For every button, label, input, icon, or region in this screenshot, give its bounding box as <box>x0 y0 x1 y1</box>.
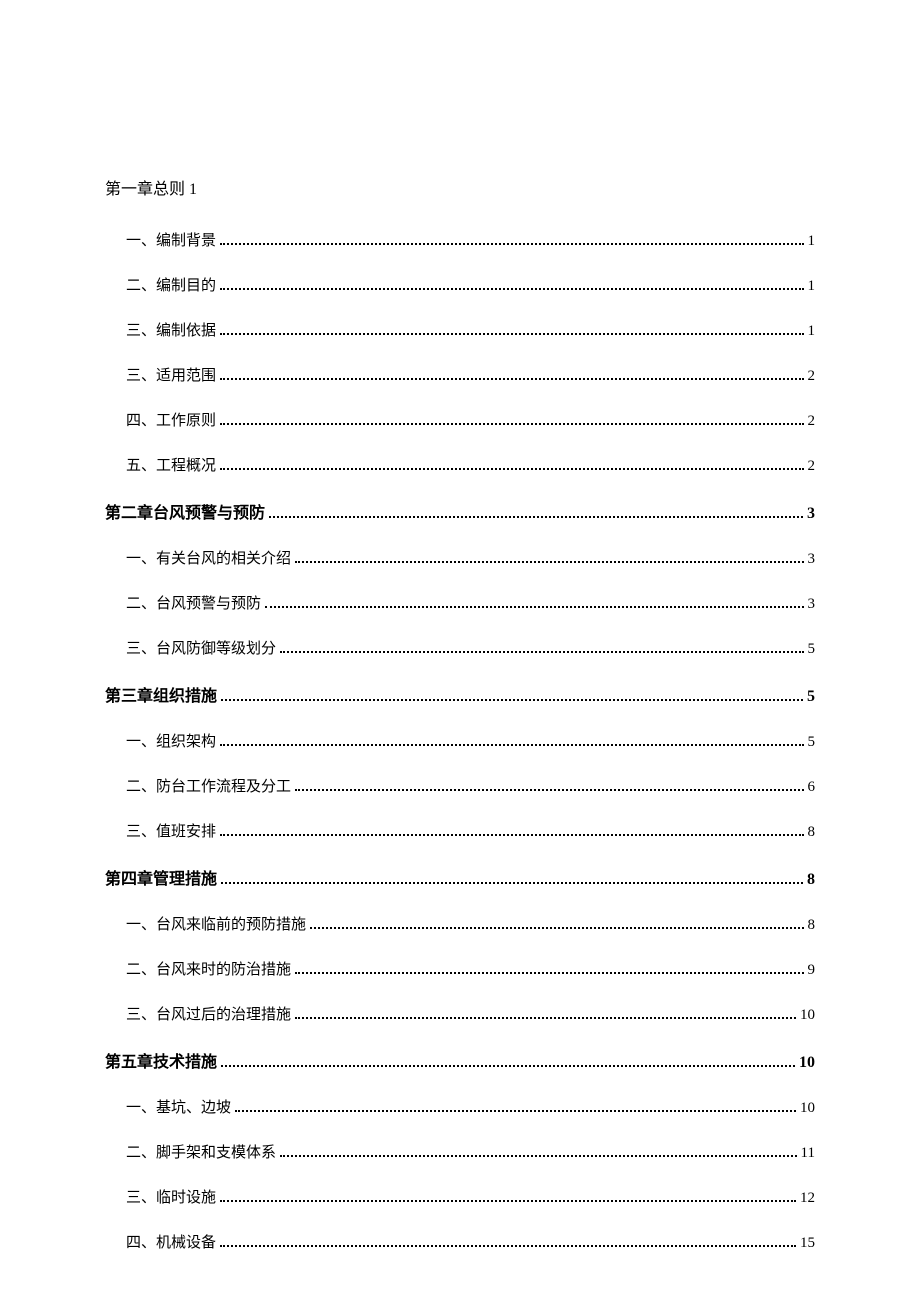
chapter-label: 第五章技术措施 <box>105 1048 217 1072</box>
chapter-2-heading: 第二章台风预警与预防 3 <box>105 499 815 523</box>
toc-page: 8 <box>808 824 816 841</box>
toc-dots <box>220 233 803 245</box>
toc-label: 五、工程概况 <box>126 454 216 475</box>
toc-page: 1 <box>808 278 816 295</box>
toc-dots <box>220 368 803 380</box>
toc-item: 一、有关台风的相关介绍 3 <box>105 547 815 568</box>
toc-label: 一、组织架构 <box>126 730 216 751</box>
toc-page: 15 <box>800 1235 815 1252</box>
toc-dots <box>295 962 803 974</box>
toc-page: 1 <box>808 233 816 250</box>
toc-item: 二、脚手架和支模体系 11 <box>105 1141 815 1162</box>
chapter-page: 5 <box>807 688 815 706</box>
toc-page: 2 <box>808 458 816 475</box>
toc-dots <box>295 779 803 791</box>
toc-dots <box>221 871 803 884</box>
toc-page: 10 <box>800 1007 815 1024</box>
toc-label: 一、基坑、边坡 <box>126 1096 231 1117</box>
chapter-label: 第四章管理措施 <box>105 865 217 889</box>
toc-label: 二、脚手架和支模体系 <box>126 1141 276 1162</box>
toc-dots <box>295 551 803 563</box>
toc-dots <box>295 1007 796 1019</box>
toc-label: 一、编制背景 <box>126 229 216 250</box>
toc-page: 5 <box>808 734 816 751</box>
toc-page: 6 <box>808 779 816 796</box>
toc-label: 一、台风来临前的预防措施 <box>126 913 306 934</box>
toc-label: 二、台风预警与预防 <box>126 592 261 613</box>
toc-item: 三、台风防御等级划分 5 <box>105 637 815 658</box>
toc-item: 五、工程概况 2 <box>105 454 815 475</box>
toc-page: 3 <box>808 596 816 613</box>
toc-label: 三、适用范围 <box>126 364 216 385</box>
chapter-5-heading: 第五章技术措施 10 <box>105 1048 815 1072</box>
toc-page: 11 <box>801 1145 815 1162</box>
chapter-label: 第二章台风预警与预防 <box>105 499 265 523</box>
toc-dots <box>235 1100 796 1112</box>
toc-dots <box>265 596 803 608</box>
toc-item: 二、台风预警与预防 3 <box>105 592 815 613</box>
toc-page: 2 <box>808 368 816 385</box>
toc-label: 三、编制依据 <box>126 319 216 340</box>
toc-item: 二、防台工作流程及分工 6 <box>105 775 815 796</box>
toc-item: 二、编制目的 1 <box>105 274 815 295</box>
toc-label: 二、防台工作流程及分工 <box>126 775 291 796</box>
toc-item: 二、台风来时的防治措施 9 <box>105 958 815 979</box>
toc-dots <box>269 505 803 518</box>
toc-item: 三、台风过后的治理措施 10 <box>105 1003 815 1024</box>
chapter-page: 3 <box>807 505 815 523</box>
toc-page: 10 <box>800 1100 815 1117</box>
toc-dots <box>221 688 803 701</box>
chapter-1-heading: 第一章总则 1 <box>105 175 815 199</box>
toc-label: 二、编制目的 <box>126 274 216 295</box>
toc-dots <box>220 458 803 470</box>
toc-item: 三、临时设施 12 <box>105 1186 815 1207</box>
toc-item: 四、机械设备 15 <box>105 1231 815 1252</box>
toc-label: 二、台风来时的防治措施 <box>126 958 291 979</box>
toc-dots <box>310 917 803 929</box>
chapter-label: 第三章组织措施 <box>105 682 217 706</box>
toc-page: 5 <box>808 641 816 658</box>
toc-dots <box>220 824 803 836</box>
chapter-3-heading: 第三章组织措施 5 <box>105 682 815 706</box>
toc-label: 三、台风防御等级划分 <box>126 637 276 658</box>
toc-dots <box>220 278 803 290</box>
toc-dots <box>221 1054 795 1067</box>
toc-label: 四、机械设备 <box>126 1231 216 1252</box>
toc-item: 三、适用范围 2 <box>105 364 815 385</box>
toc-label: 三、台风过后的治理措施 <box>126 1003 291 1024</box>
toc-dots <box>220 734 803 746</box>
toc-page: 3 <box>808 551 816 568</box>
toc-label: 三、临时设施 <box>126 1186 216 1207</box>
toc-item: 三、编制依据 1 <box>105 319 815 340</box>
toc-label: 四、工作原则 <box>126 409 216 430</box>
toc-label: 一、有关台风的相关介绍 <box>126 547 291 568</box>
toc-item: 一、台风来临前的预防措施 8 <box>105 913 815 934</box>
chapter-4-heading: 第四章管理措施 8 <box>105 865 815 889</box>
toc-dots <box>220 1190 796 1202</box>
chapter-page: 8 <box>807 871 815 889</box>
toc-page: 2 <box>808 413 816 430</box>
toc-dots <box>220 1235 796 1247</box>
toc-item: 三、值班安排 8 <box>105 820 815 841</box>
toc-item: 一、编制背景 1 <box>105 229 815 250</box>
table-of-contents: 第一章总则 1 一、编制背景 1 二、编制目的 1 三、编制依据 1 三、适用范… <box>105 175 815 1252</box>
toc-dots <box>280 641 803 653</box>
toc-page: 9 <box>808 962 816 979</box>
toc-dots <box>220 413 803 425</box>
toc-label: 三、值班安排 <box>126 820 216 841</box>
toc-dots <box>220 323 803 335</box>
toc-item: 一、组织架构 5 <box>105 730 815 751</box>
toc-item: 四、工作原则 2 <box>105 409 815 430</box>
toc-page: 8 <box>808 917 816 934</box>
chapter-page: 10 <box>799 1054 815 1072</box>
toc-page: 1 <box>808 323 816 340</box>
toc-dots <box>280 1145 797 1157</box>
toc-page: 12 <box>800 1190 815 1207</box>
toc-item: 一、基坑、边坡 10 <box>105 1096 815 1117</box>
